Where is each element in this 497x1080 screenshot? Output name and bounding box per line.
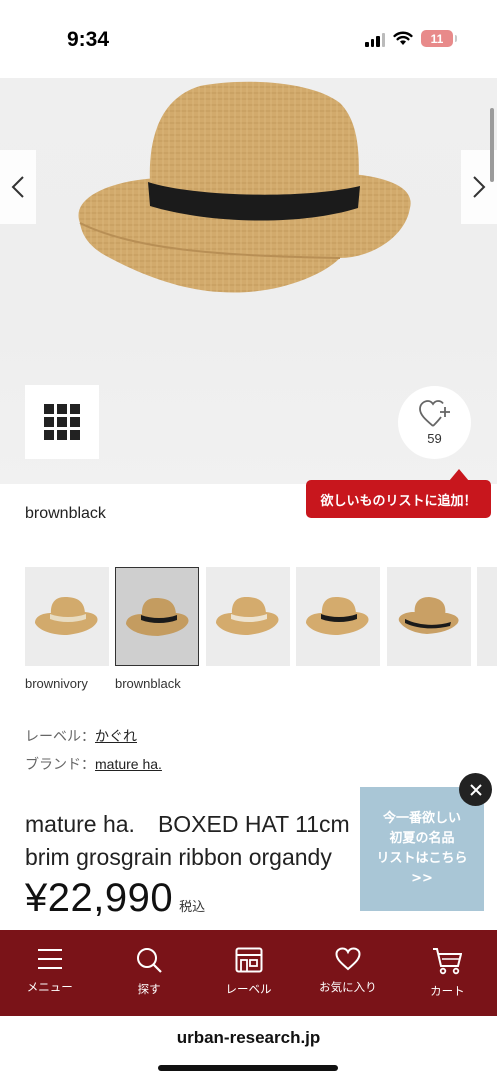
promo-line: リストはこちら	[376, 851, 468, 866]
nav-label: カート	[430, 984, 465, 998]
heart-icon	[335, 947, 361, 971]
tax-note: 税込	[179, 900, 206, 915]
favorite-count: 59	[427, 431, 442, 446]
product-title: mature ha. BOXED HAT 11cm brim grosgrain…	[25, 811, 350, 870]
status-bar: 9:34 11	[0, 0, 497, 78]
nav-label: メニュー	[26, 980, 73, 994]
hat-thumbnail-image	[398, 597, 459, 634]
color-thumbnail-label: brownivory	[25, 676, 88, 691]
color-thumbnail[interactable]	[25, 567, 109, 666]
nav-favorites[interactable]: お気に入り	[298, 930, 397, 1016]
previous-image-button[interactable]	[0, 150, 36, 224]
nav-menu[interactable]: メニュー	[0, 930, 99, 1016]
nav-cart[interactable]: カート	[398, 930, 497, 1016]
menu-icon	[37, 949, 62, 969]
nav-label: レーベル	[225, 982, 272, 996]
home-indicator[interactable]	[158, 1065, 338, 1071]
selected-color-name: brownblack	[25, 505, 106, 522]
brand-key: ブランド：	[25, 757, 95, 773]
color-thumbnail[interactable]	[387, 567, 471, 666]
search-icon	[137, 948, 162, 973]
wishlist-add-tooltip[interactable]: 欲しいものリストに追加！	[306, 469, 491, 518]
image-grid-button[interactable]	[25, 385, 99, 459]
store-icon	[235, 947, 263, 973]
cellular-signal-icon	[365, 31, 385, 47]
color-thumbnail-selected[interactable]	[115, 567, 199, 666]
brand-link[interactable]: mature ha.	[95, 756, 162, 772]
product-price: ¥22,990	[25, 876, 174, 920]
color-thumbnail-label: brownblack	[115, 676, 181, 691]
hat-thumbnail-image	[35, 597, 98, 635]
color-thumbnail[interactable]	[296, 567, 380, 666]
label-key: レーベル：	[25, 729, 95, 745]
close-icon	[469, 783, 482, 796]
label-row: レーベル：かぐれ	[25, 726, 137, 746]
battery-level: 11	[430, 31, 444, 46]
heart-plus-icon	[418, 400, 450, 427]
product-hat-image	[78, 81, 411, 293]
color-thumbnail[interactable]	[206, 567, 290, 666]
promo-line: 今一番欲しい	[382, 811, 461, 826]
price-row: ¥22,990 税込	[25, 876, 205, 921]
hat-thumbnail-image	[306, 597, 369, 635]
nav-search[interactable]: 探す	[99, 930, 198, 1016]
scrollbar[interactable]	[490, 108, 494, 182]
nav-label: お気に入り	[319, 980, 377, 994]
color-thumbnail[interactable]	[477, 567, 497, 666]
hat-thumbnail-image	[126, 598, 189, 636]
promo-popup[interactable]: 今一番欲しい 初夏の名品 リストはこちら >>	[360, 787, 484, 911]
favorite-button[interactable]: 59	[398, 386, 471, 459]
label-link[interactable]: かぐれ	[95, 728, 137, 744]
brand-row: ブランド：mature ha.	[25, 754, 162, 774]
nav-label: 探す	[137, 982, 161, 996]
hat-thumbnail-image	[216, 597, 279, 635]
chevron-right-icon	[473, 176, 486, 198]
product-image-carousel[interactable]: 59	[0, 78, 497, 484]
browser-address-bar[interactable]: urban-research.jp	[0, 1016, 497, 1080]
url-text[interactable]: urban-research.jp	[0, 1028, 497, 1048]
nav-label-stores[interactable]: レーベル	[199, 930, 298, 1016]
chevron-left-icon	[11, 176, 24, 198]
wifi-icon	[393, 31, 413, 45]
promo-line: 初夏の名品	[389, 831, 455, 846]
color-thumbnail-list[interactable]: brownivory brownblack	[25, 567, 497, 692]
promo-line: >>	[411, 871, 433, 886]
battery-icon: 11	[421, 30, 457, 47]
bottom-navigation: メニュー 探す レーベル お気に入り カート	[0, 930, 497, 1016]
status-time: 9:34	[67, 28, 110, 51]
status-icons: 11	[365, 30, 457, 47]
popup-close-button[interactable]	[459, 773, 492, 806]
cart-icon	[433, 948, 463, 975]
